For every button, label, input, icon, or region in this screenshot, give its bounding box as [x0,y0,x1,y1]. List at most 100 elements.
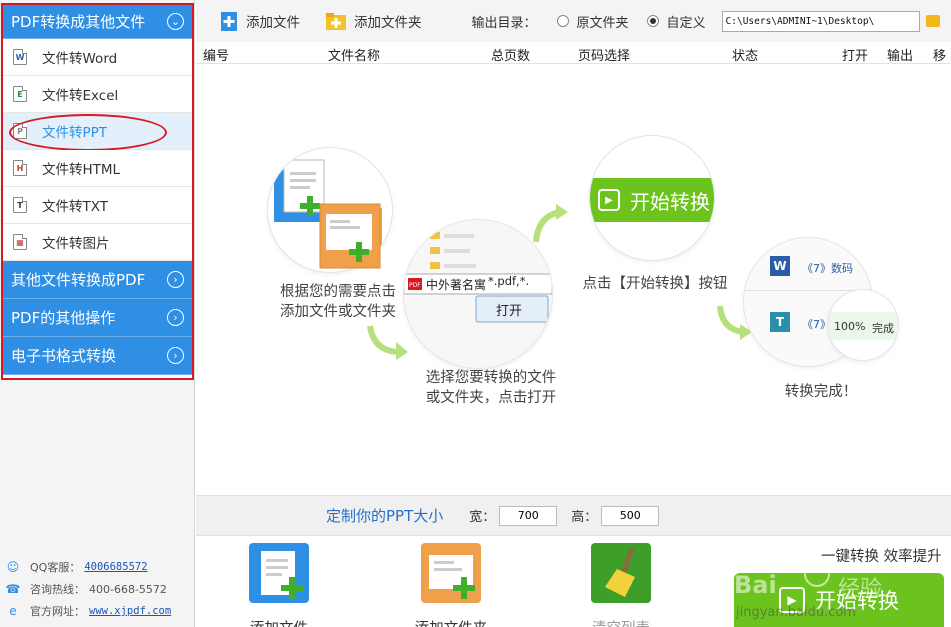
word-file-icon: W [13,49,27,65]
chevron-right-icon: › [167,347,184,364]
width-label: 宽： [469,510,496,525]
play-icon: ▶ [779,587,805,613]
add-folder-icon [421,543,481,603]
add-folder-button[interactable]: 添加文件夹 [324,10,422,32]
guide-illustration: 根据您的需要点击 添加文件或文件夹 PDF 中外著名寓 *.pdf,*. 打开 选… [196,64,951,495]
section-label: 电子书格式转换 [11,347,117,365]
qq-icon: ☺ [6,560,20,574]
conversion-menu: PDF转换成其他文件 ⌄ W 文件转Word E 文件转Excel P 文件转P… [1,3,194,380]
headset-icon: ☎ [5,582,21,596]
sidebar-item-txt[interactable]: T 文件转TXT [3,187,192,224]
qq-support-link[interactable]: 4006685572 [84,561,147,573]
section-label: PDF的其他操作 [11,309,116,327]
section-other-to-pdf[interactable]: 其他文件转换成PDF › [3,261,192,299]
bottom-action-bar: 添加文件 添加文件夹 清空列表 一键转换 效率提升 ▶ 开始转换 Bai 经验 … [196,537,951,627]
progress-done: 完成 [872,322,894,335]
hotline-row: ☎ 咨询热线： 400-668-5572 [5,582,167,596]
section-pdf-to-other[interactable]: PDF转换成其他文件 ⌄ [3,5,192,39]
width-input[interactable] [499,505,558,526]
step3-caption: 点击【开始转换】按钮 [582,276,728,292]
arrow-icon [367,325,408,360]
dialog-filename: 中外著名寓 [426,278,487,292]
dialog-open-button: 打开 [496,304,523,319]
arrow-icon [533,204,568,243]
ppt-size-title: 定制你的PPT大小 [326,507,444,525]
open-dialog-illustration: PDF [404,220,552,368]
output-dir-label: 输出目录： [471,15,537,31]
sidebar-item-label: 文件转PPT [42,125,108,141]
col-status: 状态 [732,49,759,64]
add-file-icon [221,12,237,31]
website-row: e 官方网址： www.xjpdf.com [6,600,191,622]
add-file-icon [249,543,309,603]
clear-list-button[interactable]: 清空列表 [566,543,676,627]
output-path-input[interactable] [721,10,920,32]
sidebar-item-label: 文件转HTML [42,162,121,178]
add-folder-large-button[interactable]: 添加文件夹 [396,543,506,627]
chevron-right-icon: › [167,271,184,288]
start-convert-button[interactable]: ▶ 开始转换 [734,573,944,627]
sidebar-item-ppt[interactable]: P 文件转PPT [3,113,192,151]
sidebar-item-excel[interactable]: E 文件转Excel [3,76,192,113]
html-file-icon: H [13,160,27,176]
radio-custom-folder[interactable]: 自定义 [646,12,706,31]
top-toolbar: 添加文件 添加文件夹 输出目录： 原文件夹 自定义 [196,0,951,42]
website-link[interactable]: www.xjpdf.com [89,605,171,617]
svg-text:PDF: PDF [409,282,421,289]
hotline-number: 400-668-5572 [89,582,167,596]
col-output: 输出 [887,49,914,64]
result-txt-name: 《7》 [802,318,831,331]
col-pages: 总页数 [491,49,531,64]
chevron-right-icon: › [167,309,184,326]
progress-circle: 100% 完成 [828,290,898,360]
section-label: 其他文件转换成PDF [11,271,146,289]
radio-original-folder[interactable]: 原文件夹 [556,12,629,31]
broom-icon [591,543,651,603]
sidebar-item-label: 文件转图片 [42,236,110,252]
sidebar-item-label: 文件转Excel [42,88,119,104]
radio-selected-icon [646,15,659,27]
section-ebook-convert[interactable]: 电子书格式转换 › [3,337,192,375]
col-open: 打开 [842,49,869,64]
sidebar-item-label: 文件转Word [42,51,118,67]
play-icon: ▶ [598,189,620,211]
contact-info: ☺ QQ客服： 4006685572 ☎ 咨询热线： 400-668-5572 … [6,556,191,622]
excel-file-icon: E [13,86,27,102]
image-file-icon: ▦ [13,234,27,250]
add-file-button[interactable]: 添加文件 [220,10,300,32]
chevron-down-icon: ⌄ [167,13,184,30]
step3-circle: ▶ 开始转换 [590,136,714,260]
ppt-file-icon: P [13,123,27,139]
dialog-filter: *.pdf,*. [488,274,530,288]
word-result-icon: W [770,256,790,276]
step2-circle: PDF [404,220,552,368]
txt-file-icon: T [13,197,27,213]
sidebar-item-image[interactable]: ▦ 文件转图片 [3,224,192,261]
sidebar: PDF转换成其他文件 ⌄ W 文件转Word E 文件转Excel P 文件转P… [0,0,195,627]
ie-icon: e [9,604,17,618]
qq-support-row: ☺ QQ客服： 4006685572 [6,560,148,574]
sidebar-item-label: 文件转TXT [42,199,109,215]
add-file-large-button[interactable]: 添加文件 [224,543,334,627]
height-label: 高： [571,510,598,525]
col-filename: 文件名称 [328,49,381,64]
step2-caption: 选择您要转换的文件 或文件夹，点击打开 [425,370,557,406]
browse-folder-icon[interactable] [925,15,940,27]
folder-overlay-icon [319,203,381,269]
col-index: 编号 [203,49,230,64]
progress-value: 100% [834,320,866,333]
ppt-size-bar: 定制你的PPT大小 宽： 高： [196,495,951,536]
start-preview: ▶ 开始转换 [590,178,714,222]
sidebar-item-html[interactable]: H 文件转HTML [3,150,192,187]
txt-result-icon: T [770,312,790,332]
result-word-name: 《7》数码 [802,262,853,275]
step1-caption: 根据您的需要点击 添加文件或文件夹 [280,284,396,320]
step4-caption: 转换完成！ [784,384,858,400]
slogan-text: 一键转换 效率提升 [821,549,942,565]
radio-icon [556,15,569,27]
section-label: PDF转换成其他文件 [11,13,146,31]
height-input[interactable] [601,505,660,526]
sidebar-item-word[interactable]: W 文件转Word [3,39,192,76]
section-pdf-other-ops[interactable]: PDF的其他操作 › [3,299,192,337]
col-page-select: 页码选择 [578,49,631,64]
